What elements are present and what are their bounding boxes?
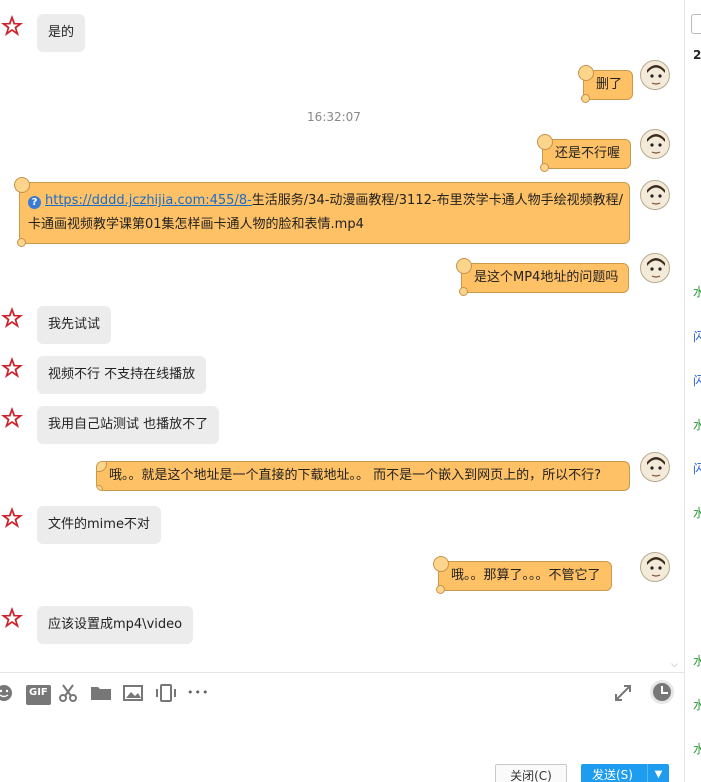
history-clock-icon[interactable] — [650, 680, 674, 704]
message-bubble-incoming: 我用自己站测试 也播放不了 — [37, 406, 220, 444]
my-avatar[interactable] — [640, 552, 670, 582]
emoji-icon[interactable] — [0, 683, 14, 703]
side-text: 水 — [693, 698, 701, 712]
message-bubble-outgoing: 是这个MP4地址的问题吗 — [455, 258, 630, 296]
message-bubble-outgoing: 哦。。就是这个地址是一个直接的下载地址。。 而不是一个嵌入到网页上的，所以不行? — [96, 461, 630, 491]
side-panel-edge: 2 水 闪 闪 水 闪 水 水 水 水 — [684, 0, 701, 782]
send-options-chevron-icon[interactable]: ▼ — [647, 764, 669, 782]
collapse-chevron-icon[interactable]: ⌵ — [671, 660, 678, 670]
message-bubble-incoming: 文件的mime不对 — [37, 506, 161, 544]
contact-avatar[interactable] — [0, 606, 24, 630]
message-bubble-outgoing: 哦。。那算了。。。不管它了 — [433, 556, 612, 594]
side-text: 2 — [693, 48, 701, 62]
gif-icon[interactable]: GIF — [26, 685, 51, 705]
my-avatar[interactable] — [640, 129, 670, 159]
question-icon: ? — [28, 196, 41, 209]
contact-avatar[interactable] — [0, 506, 24, 530]
message-text: 生活服务/34-动漫画教程/3112-布里茨学卡通人物手绘视频教程/ — [251, 193, 623, 208]
scissors-icon[interactable] — [58, 683, 78, 703]
contact-avatar[interactable] — [0, 14, 24, 38]
send-button[interactable]: 发送(S) ▼ — [581, 764, 669, 782]
contact-avatar[interactable] — [0, 406, 24, 430]
contact-avatar[interactable] — [0, 306, 24, 330]
close-button[interactable]: 关闭(C) — [495, 764, 567, 782]
side-text: 水 — [693, 654, 701, 668]
message-timestamp: 16:32:07 — [307, 110, 361, 124]
message-bubble-outgoing: 删了 — [577, 65, 634, 103]
expand-icon[interactable] — [613, 683, 633, 703]
message-bubble-outgoing-link: ? https://dddd.jczhijia.com:455/8-生活服务/34… — [14, 177, 630, 247]
side-text: 水 — [693, 285, 701, 299]
message-bubble-incoming: 是的 — [37, 14, 86, 52]
contact-avatar[interactable] — [0, 356, 24, 380]
screen-shake-icon[interactable] — [154, 683, 178, 703]
folder-icon[interactable] — [90, 683, 112, 703]
my-avatar[interactable] — [640, 60, 670, 90]
send-button-label: 发送(S) — [592, 768, 633, 782]
search-box-edge[interactable] — [691, 14, 701, 34]
my-avatar[interactable] — [640, 180, 670, 210]
side-text: 水 — [693, 506, 701, 520]
side-text: 水 — [693, 418, 701, 432]
side-text: 闪 — [693, 330, 701, 344]
side-text: 闪 — [693, 462, 701, 476]
side-text: 水 — [693, 742, 701, 756]
message-bubble-outgoing: 还是不行喔 — [536, 134, 632, 172]
my-avatar[interactable] — [640, 452, 670, 482]
message-text: 卡通画视频教学课第01集怎样画卡通人物的脸和表情.mp4 — [28, 217, 364, 232]
image-icon[interactable] — [122, 683, 144, 703]
message-bubble-incoming: 应该设置成mp4\video — [37, 606, 194, 644]
message-bubble-incoming: 我先试试 — [37, 306, 112, 344]
message-bubble-incoming: 视频不行 不支持在线播放 — [37, 356, 207, 394]
more-icon[interactable]: ••• — [187, 683, 209, 703]
input-toolbar: GIF ••• — [0, 672, 684, 712]
side-text: 闪 — [693, 374, 701, 388]
my-avatar[interactable] — [640, 253, 670, 283]
chat-history: 是的 删了 16:32:07 还是不行喔 ? https://dddd.jczhi… — [0, 0, 684, 672]
message-link[interactable]: https://dddd.jczhijia.com:455/8- — [45, 193, 252, 208]
